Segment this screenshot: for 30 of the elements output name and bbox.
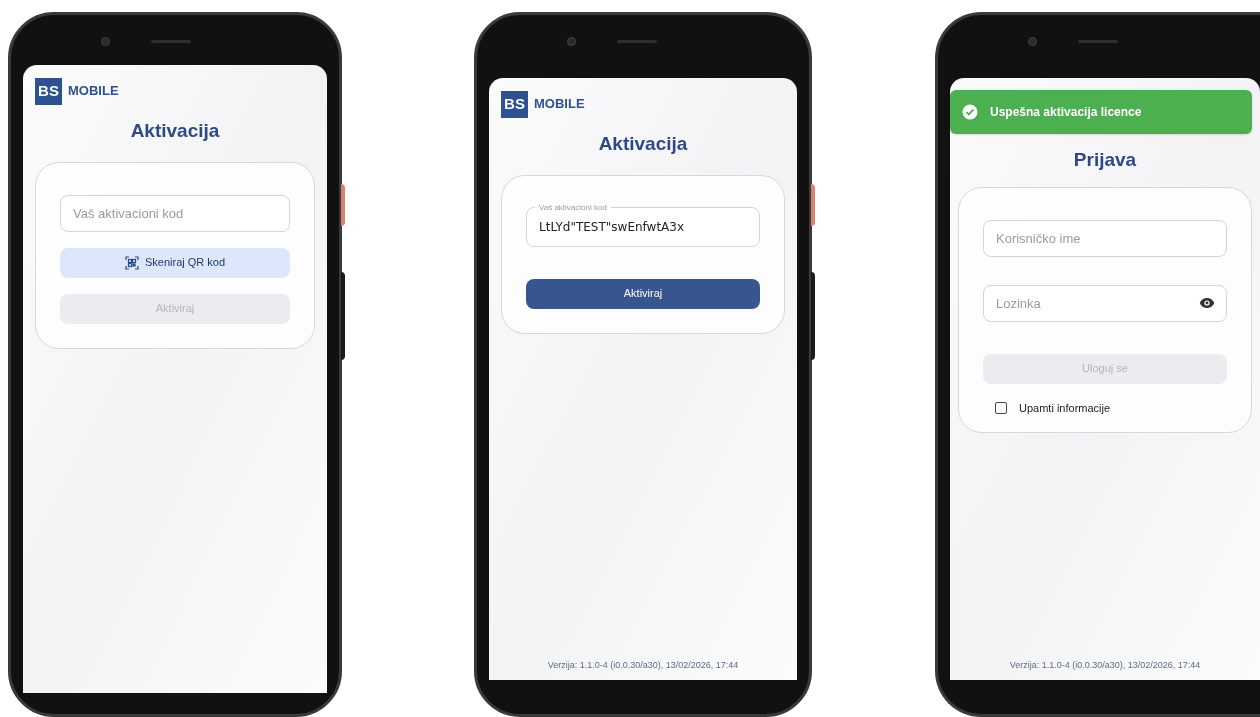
version-text: Verzija: 1.1.0-4 (i0.0.30/a30), 13/02/2026, 17:44 [546,658,740,672]
side-button[interactable] [341,184,345,226]
input-field[interactable]: Vaš aktivacioni kod [60,194,290,232]
logo-text: MOBILE [68,82,119,101]
qr-code-icon [124,255,139,270]
logo-text: MOBILE [534,95,585,114]
remember-checkbox[interactable] [995,401,1007,414]
side-button[interactable] [811,184,815,226]
screen-title: Aktivacija [597,132,689,156]
toast-message: Uspešna aktivacija licence [990,104,1142,121]
field-label: Vaš aktivacioni kod [538,201,608,214]
front-camera [101,37,110,46]
screen-title: Aktivacija [129,119,221,143]
screen-title: Prijava [1072,148,1138,172]
side-button[interactable] [811,272,815,360]
eye-icon[interactable] [1199,296,1215,309]
input-field[interactable]: Lozinka [983,284,1227,322]
logo-mark: BS [501,90,528,118]
check-circle-icon [962,104,978,120]
activate-button: Aktiviraj [60,293,290,324]
checkbox-label[interactable]: Upamti informacije [1019,399,1111,416]
front-camera [1028,37,1037,46]
input-field[interactable]: Korisničko ime [983,219,1227,257]
input-field[interactable]: LtLYd"TEST"swEnfwtA3x [539,217,747,236]
logo-mark: BS [35,77,62,105]
activate-button[interactable]: Aktiviraj [526,278,760,309]
version-text: Verzija: 1.1.0-4 (i0.0.30/a30), 13/02/2026, 17:44 [1008,658,1202,672]
side-button[interactable] [341,272,345,360]
scan-qr-button[interactable]: Skeniraj QR kod [60,247,290,278]
front-camera [567,37,576,46]
